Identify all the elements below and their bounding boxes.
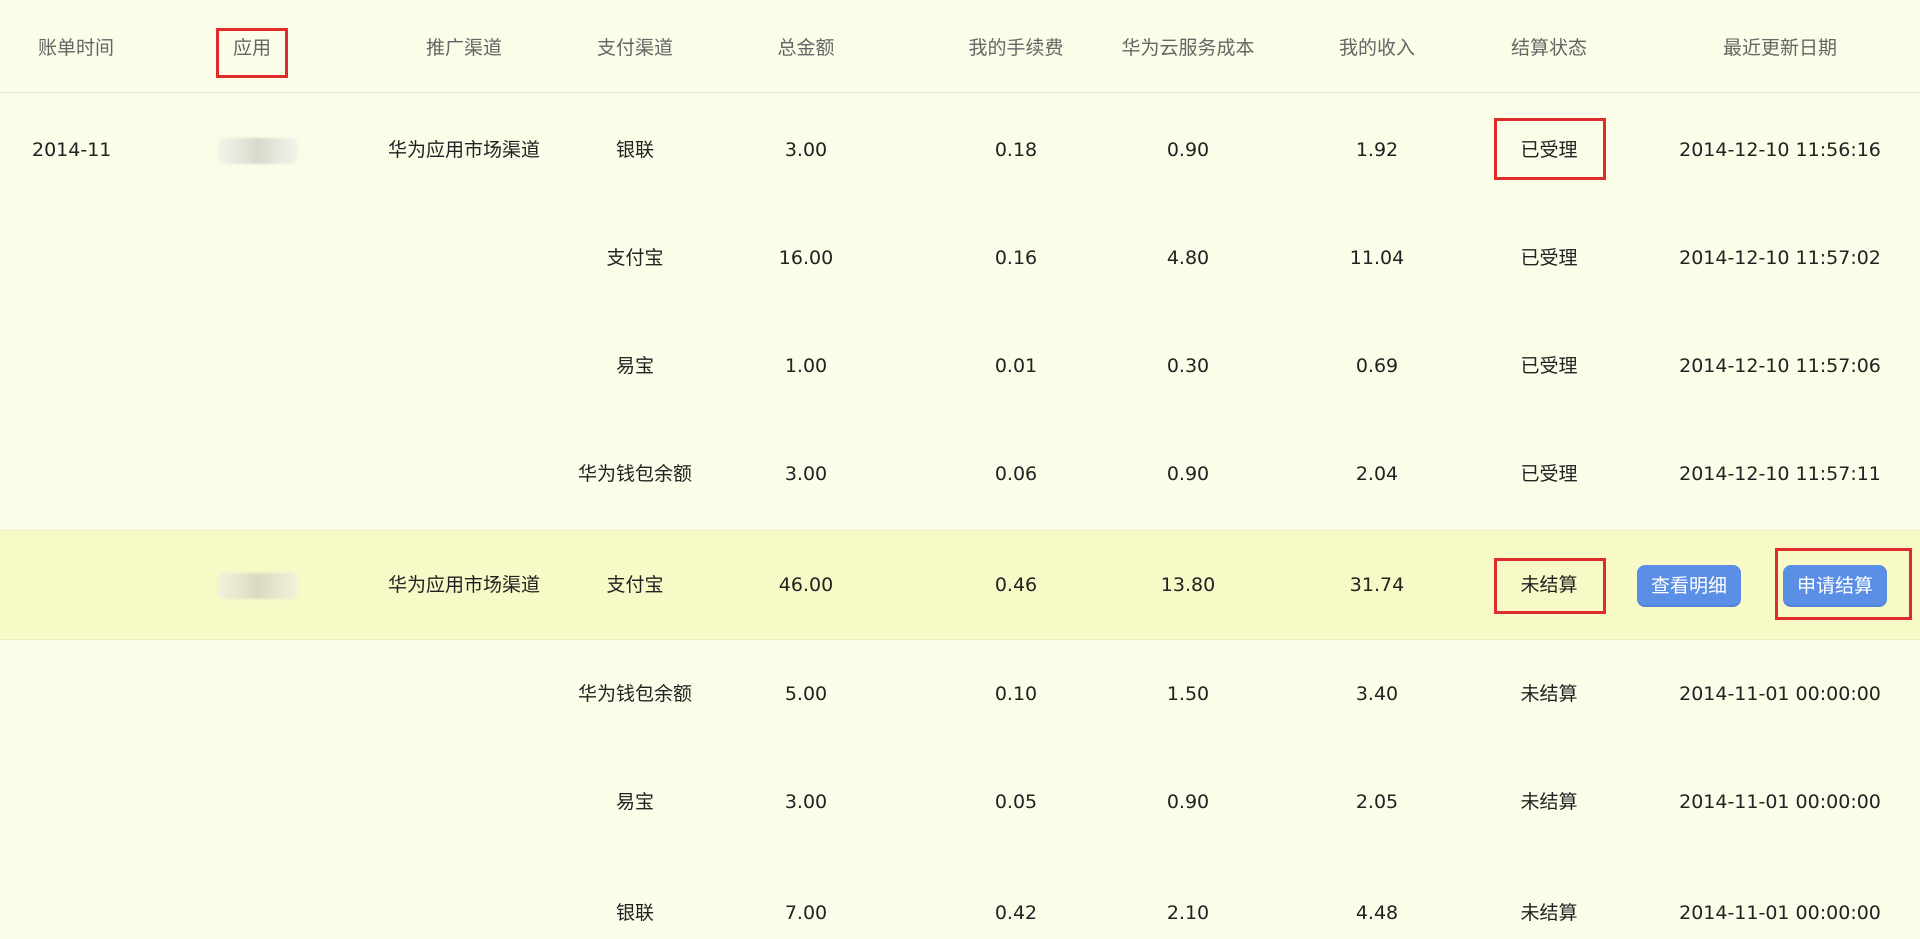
income-cell: 2.04	[1355, 463, 1399, 485]
updated-cell: 2014-12-10 11:56:16	[1679, 139, 1881, 161]
income-cell: 2.05	[1355, 791, 1399, 813]
total-cell: 1.00	[784, 355, 828, 377]
header-income: 我的收入	[1338, 37, 1416, 59]
income-cell: 31.74	[1349, 574, 1405, 596]
total-cell: 16.00	[778, 247, 834, 269]
total-cell: 3.00	[784, 791, 828, 813]
view-details-button[interactable]: 查看明细	[1637, 565, 1742, 607]
pay-channel-cell: 易宝	[615, 355, 655, 377]
status-cell: 已受理	[1520, 463, 1578, 485]
header-bill-time: 账单时间	[37, 37, 115, 59]
fee-cell: 0.10	[994, 683, 1038, 705]
cloud-cost-cell: 0.30	[1166, 355, 1210, 377]
status-cell: 未结算	[1520, 902, 1578, 924]
table-row: 易宝 1.00 0.01 0.30 0.69 已受理 2014-12-10 11…	[0, 312, 1920, 420]
income-cell: 3.40	[1355, 683, 1399, 705]
status-cell: 未结算	[1520, 683, 1578, 705]
updated-cell: 2014-11-01 00:00:00	[1679, 791, 1881, 813]
total-cell: 46.00	[778, 574, 834, 596]
table-row: 华为钱包余额 5.00 0.10 1.50 3.40 未结算 2014-11-0…	[0, 640, 1920, 748]
total-cell: 3.00	[784, 139, 828, 161]
header-status: 结算状态	[1510, 37, 1588, 59]
pay-channel-cell: 支付宝	[606, 574, 664, 596]
cloud-cost-cell: 13.80	[1160, 574, 1216, 596]
promo-channel-cell: 华为应用市场渠道	[387, 574, 541, 596]
pay-channel-cell: 银联	[615, 139, 655, 161]
app-icon	[218, 138, 298, 164]
income-cell: 11.04	[1349, 247, 1405, 269]
pay-channel-cell: 华为钱包余额	[577, 463, 693, 485]
total-cell: 5.00	[784, 683, 828, 705]
header-cloud-cost: 华为云服务成本	[1121, 37, 1255, 59]
fee-cell: 0.16	[994, 247, 1038, 269]
header-promo-channel: 推广渠道	[425, 37, 503, 59]
status-cell: 未结算	[1520, 791, 1578, 813]
status-cell: 未结算	[1520, 574, 1578, 596]
table-row: 银联 7.00 0.42 2.10 4.48 未结算 2014-11-01 00…	[0, 859, 1920, 939]
cloud-cost-cell: 0.90	[1166, 791, 1210, 813]
fee-cell: 0.05	[994, 791, 1038, 813]
header-updated: 最近更新日期	[1722, 37, 1838, 59]
status-cell: 已受理	[1520, 139, 1578, 161]
cloud-cost-cell: 4.80	[1166, 247, 1210, 269]
promo-channel-cell: 华为应用市场渠道	[387, 139, 541, 161]
income-cell: 1.92	[1355, 139, 1399, 161]
table-row-highlighted: 华为应用市场渠道 支付宝 46.00 0.46 13.80 31.74 未结算 …	[0, 530, 1920, 640]
status-cell: 已受理	[1520, 247, 1578, 269]
fee-cell: 0.18	[994, 139, 1038, 161]
cloud-cost-cell: 0.90	[1166, 139, 1210, 161]
income-cell: 0.69	[1355, 355, 1399, 377]
settlement-table: 账单时间 应用 推广渠道 支付渠道 总金额 我的手续费 华为云服务成本 我的收入…	[0, 0, 1920, 939]
cloud-cost-cell: 2.10	[1166, 902, 1210, 924]
apply-settlement-button[interactable]: 申请结算	[1783, 565, 1888, 607]
table-row: 2014-11 华为应用市场渠道 银联 3.00 0.18 0.90 1.92 …	[0, 96, 1920, 204]
fee-cell: 0.42	[994, 902, 1038, 924]
updated-cell: 2014-12-10 11:57:06	[1679, 355, 1881, 377]
header-fee: 我的手续费	[968, 37, 1064, 59]
total-cell: 7.00	[784, 902, 828, 924]
table-row: 支付宝 16.00 0.16 4.80 11.04 已受理 2014-12-10…	[0, 204, 1920, 312]
cloud-cost-cell: 0.90	[1166, 463, 1210, 485]
pay-channel-cell: 易宝	[615, 791, 655, 813]
cloud-cost-cell: 1.50	[1166, 683, 1210, 705]
income-cell: 4.48	[1355, 902, 1399, 924]
app-icon	[218, 573, 298, 599]
fee-cell: 0.01	[994, 355, 1038, 377]
table-row: 华为钱包余额 3.00 0.06 0.90 2.04 已受理 2014-12-1…	[0, 420, 1920, 528]
pay-channel-cell: 银联	[615, 902, 655, 924]
updated-cell: 2014-11-01 00:00:00	[1679, 902, 1881, 924]
header-pay-channel: 支付渠道	[596, 37, 674, 59]
fee-cell: 0.46	[994, 574, 1038, 596]
header-total: 总金额	[777, 37, 835, 59]
updated-cell: 2014-12-10 11:57:02	[1679, 247, 1881, 269]
header-app: 应用	[232, 37, 272, 59]
table-header: 账单时间 应用 推广渠道 支付渠道 总金额 我的手续费 华为云服务成本 我的收入…	[0, 0, 1920, 93]
fee-cell: 0.06	[994, 463, 1038, 485]
status-cell: 已受理	[1520, 355, 1578, 377]
table-row: 易宝 3.00 0.05 0.90 2.05 未结算 2014-11-01 00…	[0, 748, 1920, 856]
total-cell: 3.00	[784, 463, 828, 485]
updated-cell: 2014-11-01 00:00:00	[1679, 683, 1881, 705]
bill-time-cell: 2014-11	[32, 139, 112, 161]
pay-channel-cell: 支付宝	[606, 247, 664, 269]
pay-channel-cell: 华为钱包余额	[577, 683, 693, 705]
updated-cell: 2014-12-10 11:57:11	[1679, 463, 1881, 485]
